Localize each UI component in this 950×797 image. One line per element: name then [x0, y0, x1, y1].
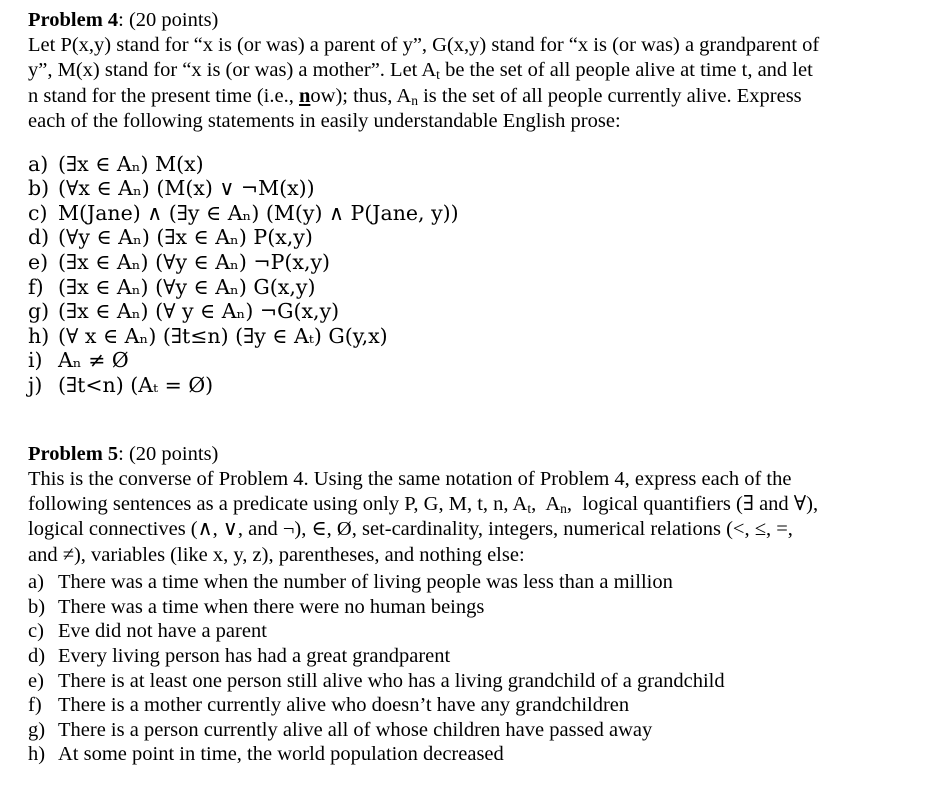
list-item-text: There was a time when there were no huma…: [58, 595, 485, 618]
list-item-text: (∀ x ∈ Aₙ) (∃t≤n) (∃y ∈ Aₜ) G(y,x): [58, 323, 388, 348]
list-item: i) Aₙ ≠ Ø: [28, 348, 932, 373]
problem-5-intro-line-2c: , logical quantifiers (∃ and ∀),: [566, 492, 819, 515]
list-item-text: (∀x ∈ Aₙ) (M(x) ∨ ¬M(x)): [58, 176, 315, 201]
list-item: c) M(Jane) ∧ (∃y ∈ Aₙ) (M(y) ∧ P(Jane, y)…: [28, 201, 932, 226]
problem-4-heading: Problem 4: (20 points): [28, 8, 932, 33]
problem-5-section: Problem 5: (20 points) This is the conve…: [0, 442, 950, 767]
problem-5-points: : (20 points): [118, 442, 219, 465]
list-item: d) Every living person has had a great gr…: [28, 644, 932, 669]
problem-5-heading: Problem 5: (20 points): [28, 442, 932, 467]
list-item-text: M(Jane) ∧ (∃y ∈ Aₙ) (M(y) ∧ P(Jane, y)): [58, 200, 459, 225]
list-item: b) There was a time when there were no hu…: [28, 595, 932, 620]
list-item-marker: e): [28, 669, 44, 692]
list-item-marker: c): [28, 200, 48, 225]
list-item-text: (∃x ∈ Aₙ) (∀ y ∈ Aₙ) ¬G(x,y): [58, 299, 340, 324]
list-item-marker: a): [28, 571, 44, 594]
problem-5-intro-line-1: This is the converse of Problem 4. Using…: [28, 467, 792, 490]
list-item-text: (∃x ∈ Aₙ) (∀y ∈ Aₙ) G(x,y): [58, 274, 316, 299]
subscript-n: n: [560, 500, 567, 516]
problem-5-item-list: a) There was a time when the number of li…: [28, 570, 932, 767]
list-item-marker: f): [28, 274, 44, 299]
problem-5-label: Problem 5: [28, 442, 119, 465]
list-item: h) At some point in time, the world popul…: [28, 742, 932, 767]
problem-4-points: : (20 points): [118, 9, 219, 31]
list-item: h) (∀ x ∈ Aₙ) (∃t≤n) (∃y ∈ Aₜ) G(y,x): [28, 324, 932, 349]
list-item-marker: d): [28, 225, 50, 250]
problem-4-intro-line-1: Let P(x,y) stand for “x is (or was) a pa…: [28, 34, 820, 56]
list-item-text: Eve did not have a parent: [58, 620, 267, 643]
list-item-text: (∃x ∈ Aₙ) M(x): [58, 151, 204, 176]
problem-4-intro: Let P(x,y) stand for “x is (or was) a pa…: [28, 33, 932, 135]
problem-5-intro-line-2b: , A: [531, 492, 561, 515]
problem-4-intro-line-2a: y”, M(x) stand for “x is (or was) a moth…: [28, 59, 437, 82]
list-item-text: There was a time when the number of livi…: [58, 571, 673, 594]
list-item-marker: i): [28, 348, 43, 373]
problem-5-intro: This is the converse of Problem 4. Using…: [28, 467, 932, 569]
problem-4-intro-line-2b: be the set of all people alive at time t…: [439, 59, 813, 82]
problem-4-section: Problem 4: (20 points) Let P(x,y) stand …: [0, 8, 950, 398]
list-item: f) There is a mother currently alive who …: [28, 693, 932, 718]
problem-4-intro-line-4: each of the following statements in easi…: [28, 110, 621, 133]
list-item-text: Aₙ ≠ Ø: [58, 348, 129, 373]
list-item: e) There is at least one person still ali…: [28, 669, 932, 694]
problem-4-intro-line-3b: ow); thus, A: [310, 84, 412, 107]
list-item-marker: b): [28, 595, 46, 618]
list-item-marker: h): [28, 323, 50, 348]
list-item-marker: c): [28, 620, 44, 643]
list-item-marker: f): [28, 694, 42, 717]
list-item-marker: e): [28, 250, 49, 274]
problem-4-intro-line-3a: n stand for the present time (i.e.,: [28, 84, 299, 107]
list-item-marker: g): [28, 299, 50, 324]
subscript-n: n: [411, 92, 418, 108]
problem-5-intro-line-2a: following sentences as a predicate using…: [28, 492, 528, 515]
problem-4-intro-line-3c: is the set of all people currently alive…: [417, 84, 802, 107]
problem-5-intro-line-3: logical connectives (∧, ∨, and ¬), ∈, Ø,…: [28, 518, 793, 541]
list-item: b) (∀x ∈ Aₙ) (M(x) ∨ ¬M(x)): [28, 176, 932, 201]
list-item: f) (∃x ∈ Aₙ) (∀y ∈ Aₙ) G(x,y): [28, 275, 932, 300]
now-underlined-n: n: [298, 84, 311, 107]
list-item: g) (∃x ∈ Aₙ) (∀ y ∈ Aₙ) ¬G(x,y): [28, 299, 932, 324]
problem-5-intro-line-2: following sentences as a predicate using…: [28, 492, 932, 517]
list-item-marker: j): [28, 372, 43, 397]
list-item-text: At some point in time, the world populat…: [58, 743, 504, 766]
list-item-text: (∃t<n) (Aₜ = Ø): [58, 372, 214, 397]
list-item-marker: b): [28, 176, 50, 201]
list-item-marker: a): [28, 151, 49, 176]
problem-4-intro-line-3: n stand for the present time (i.e., now)…: [28, 84, 932, 109]
list-item-marker: g): [28, 718, 46, 741]
list-item: c) Eve did not have a parent: [28, 619, 932, 644]
list-item: j) (∃t<n) (Aₜ = Ø): [28, 373, 932, 398]
problem-4-intro-line-2: y”, M(x) stand for “x is (or was) a moth…: [28, 58, 932, 83]
list-item-text: Every living person has had a great gran…: [58, 644, 451, 667]
list-item-text: There is a person currently alive all of…: [58, 718, 653, 741]
list-item-text: (∃x ∈ Aₙ) (∀y ∈ Aₙ) ¬P(x,y): [58, 250, 331, 274]
list-item: g) There is a person currently alive all …: [28, 718, 932, 743]
problem-5-intro-line-4: and ≠), variables (like x, y, z), parent…: [28, 543, 525, 566]
list-item-marker: d): [28, 644, 46, 667]
list-item: a) There was a time when the number of li…: [28, 570, 932, 595]
problem-4-item-list: a) (∃x ∈ Aₙ) M(x) b) (∀x ∈ Aₙ) (M(x) ∨ ¬M(x…: [28, 152, 932, 398]
problem-4-label: Problem 4: [28, 9, 119, 31]
list-item: d) (∀y ∈ Aₙ) (∃x ∈ Aₙ) P(x,y): [28, 225, 932, 250]
list-item-text: There is a mother currently alive who do…: [58, 694, 630, 717]
list-item-marker: h): [28, 743, 46, 766]
list-item-text: There is at least one person still alive…: [58, 669, 725, 692]
list-item-text: (∀y ∈ Aₙ) (∃x ∈ Aₙ) P(x,y): [58, 225, 313, 250]
document-page: Problem 4: (20 points) Let P(x,y) stand …: [0, 0, 950, 797]
list-item: a) (∃x ∈ Aₙ) M(x): [28, 152, 932, 177]
list-item: e) (∃x ∈ Aₙ) (∀y ∈ Aₙ) ¬P(x,y): [28, 250, 932, 275]
